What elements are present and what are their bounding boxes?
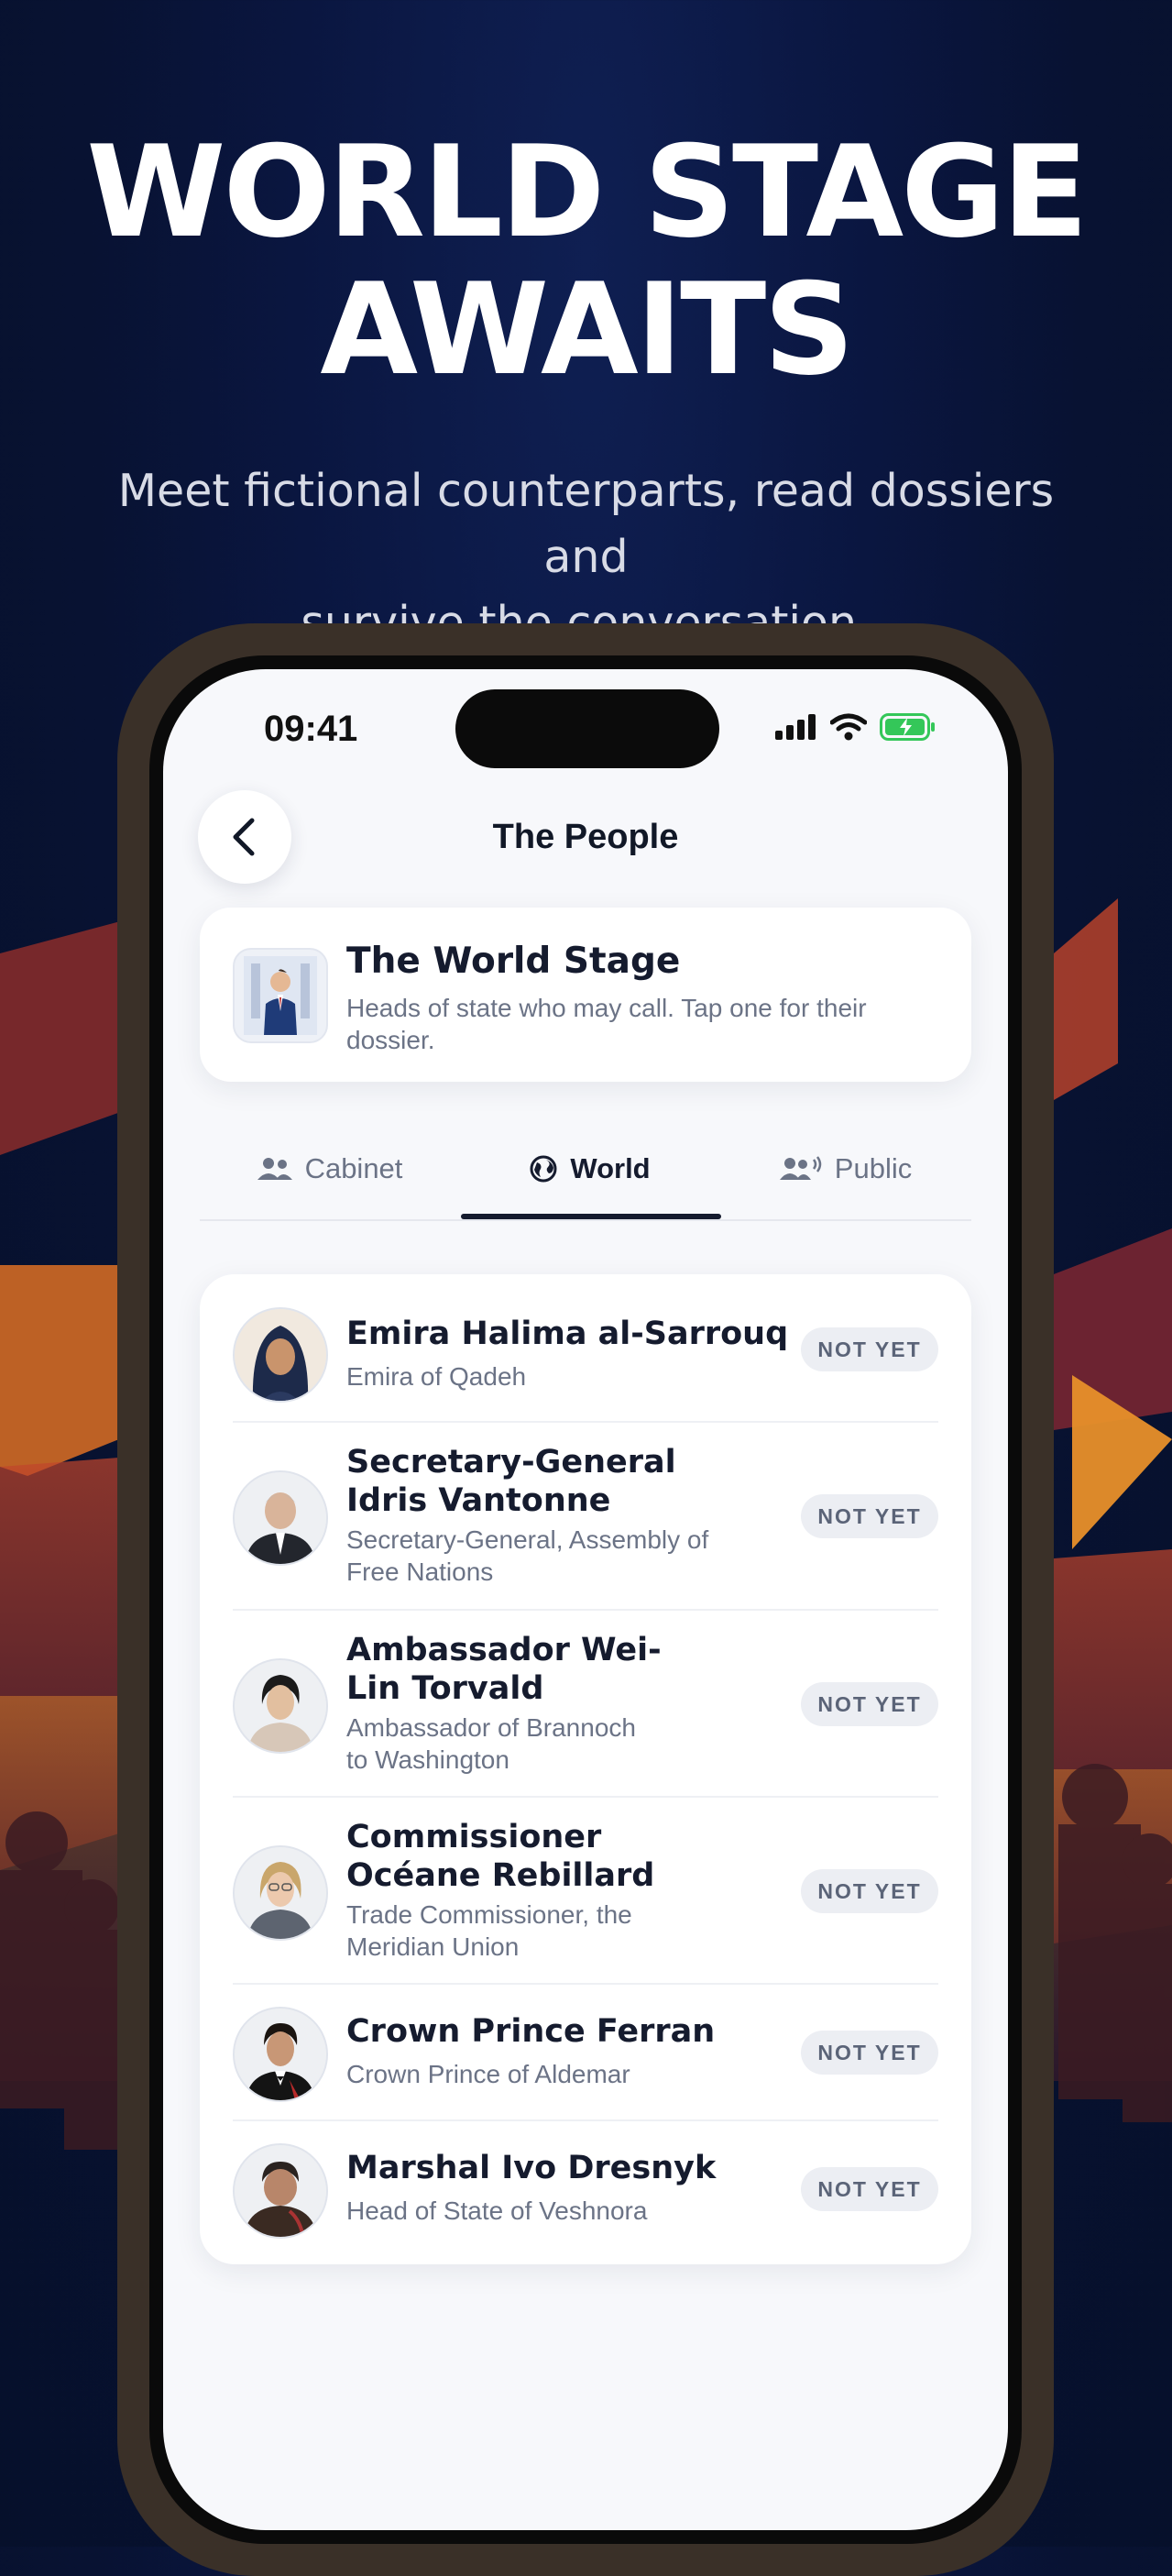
status-badge: NOT YET [801, 1327, 938, 1371]
avatar [233, 1845, 328, 1941]
person-name-line-2: Idris Vantonne [346, 1482, 611, 1519]
battery-charging-icon [880, 713, 935, 741]
info-card: The World Stage Heads of state who may c… [200, 908, 971, 1082]
status-badge: NOT YET [801, 2167, 938, 2211]
list-item[interactable]: Secretary-General Idris Vantonne Secreta… [200, 1423, 971, 1611]
person-role: Ambassador of Brannoch to Washington [346, 1712, 636, 1776]
signal-icon [775, 714, 816, 740]
world-stage-thumbnail [233, 948, 328, 1043]
person-name: Secretary-General Idris Vantonne [346, 1443, 676, 1520]
list-item[interactable]: Marshal Ivo Dresnyk Head of State of Ves… [200, 2121, 971, 2264]
hero-title-line-2: AWAITS [320, 256, 854, 403]
tab-world-label: World [570, 1152, 651, 1184]
avatar [233, 1307, 328, 1403]
avatar [233, 2143, 328, 2239]
portrait-marshal-icon [235, 2145, 326, 2237]
list-item[interactable]: Commissioner Océane Rebillard Trade Comm… [200, 1798, 971, 1985]
person-role-line-1: Trade Commissioner, the [346, 1900, 632, 1929]
hero-title-line-1: WORLD STAGE [86, 118, 1088, 266]
info-card-title: The World Stage [346, 941, 681, 982]
category-tabs: Cabinet World Public [200, 1118, 971, 1221]
page-title: The People [492, 818, 679, 856]
avatar [233, 1470, 328, 1566]
person-role-line-2: to Washington [346, 1745, 509, 1774]
portrait-ambassador-icon [235, 1660, 326, 1752]
list-item[interactable]: Ambassador Wei- Lin Torvald Ambassador o… [200, 1611, 971, 1798]
active-tab-indicator [461, 1214, 721, 1219]
tab-cabinet[interactable]: Cabinet [200, 1118, 460, 1219]
person-role-line-2: Meridian Union [346, 1932, 520, 1961]
person-role: Crown Prince of Aldemar [346, 2060, 630, 2088]
status-badge: NOT YET [801, 1494, 938, 1538]
phone-frame: 09:41 The People The World Stage Heads o… [117, 623, 1054, 2576]
phone-screen: 09:41 The People The World Stage Heads o… [163, 669, 1008, 2530]
hero-subtitle-line-1: Meet fictional counterparts, read dossie… [117, 465, 1055, 583]
person-name: Emira Halima al-Sarrouq [346, 1316, 789, 1352]
status-badge: NOT YET [801, 1869, 938, 1913]
person-role: Head of State of Veshnora [346, 2196, 648, 2225]
tab-cabinet-label: Cabinet [304, 1152, 403, 1184]
person-name-line-1: Ambassador Wei- [346, 1632, 662, 1668]
person-name-line-2: Lin Torvald [346, 1670, 544, 1707]
people-icon [257, 1158, 292, 1180]
person-role-line-2: Free Nations [346, 1558, 494, 1586]
dynamic-island [455, 689, 719, 768]
person-role: Secretary-General, Assembly of Free Nati… [346, 1524, 708, 1588]
portrait-secretary-general-icon [235, 1472, 326, 1564]
avatar [233, 1658, 328, 1754]
phone-bezel: 09:41 The People The World Stage Heads o… [149, 655, 1022, 2544]
person-role: Trade Commissioner, the Meridian Union [346, 1899, 632, 1963]
person-name-line-1: Secretary-General [346, 1444, 676, 1481]
tab-public-label: Public [834, 1152, 913, 1184]
status-time: 09:41 [264, 709, 358, 749]
person-name-line-2: Océane Rebillard [346, 1857, 655, 1894]
person-at-podium-icon [244, 956, 317, 1035]
person-name: Ambassador Wei- Lin Torvald [346, 1631, 662, 1708]
status-badge: NOT YET [801, 1682, 938, 1726]
hero-title: WORLD STAGE AWAITS [0, 124, 1172, 399]
status-badge: NOT YET [801, 2031, 938, 2075]
list-item[interactable]: Crown Prince Ferran Crown Prince of Alde… [200, 1985, 971, 2121]
tab-world[interactable]: World [460, 1118, 720, 1219]
wifi-icon [830, 713, 867, 741]
portrait-emira-icon [235, 1309, 326, 1401]
avatar [233, 2007, 328, 2102]
person-role-line-1: Secretary-General, Assembly of [346, 1525, 709, 1554]
portrait-crown-prince-icon [235, 2009, 326, 2100]
person-role: Emira of Qadeh [346, 1362, 527, 1391]
person-name: Marshal Ivo Dresnyk [346, 2150, 717, 2186]
status-icons [775, 713, 937, 741]
portrait-commissioner-icon [235, 1847, 326, 1939]
people-list: Emira Halima al-Sarrouq Emira of Qadeh N… [200, 1274, 971, 2264]
person-role-line-1: Ambassador of Brannoch [346, 1713, 636, 1742]
tab-public[interactable]: Public [720, 1118, 971, 1219]
info-card-description: Heads of state who may call. Tap one for… [346, 994, 867, 1054]
person-name: Commissioner Océane Rebillard [346, 1818, 654, 1895]
person-name-line-1: Commissioner [346, 1819, 602, 1855]
list-item[interactable]: Emira Halima al-Sarrouq Emira of Qadeh N… [200, 1274, 971, 1423]
globe-icon [530, 1155, 557, 1183]
person-name: Crown Prince Ferran [346, 2013, 716, 2050]
people-speaking-icon [779, 1156, 822, 1180]
